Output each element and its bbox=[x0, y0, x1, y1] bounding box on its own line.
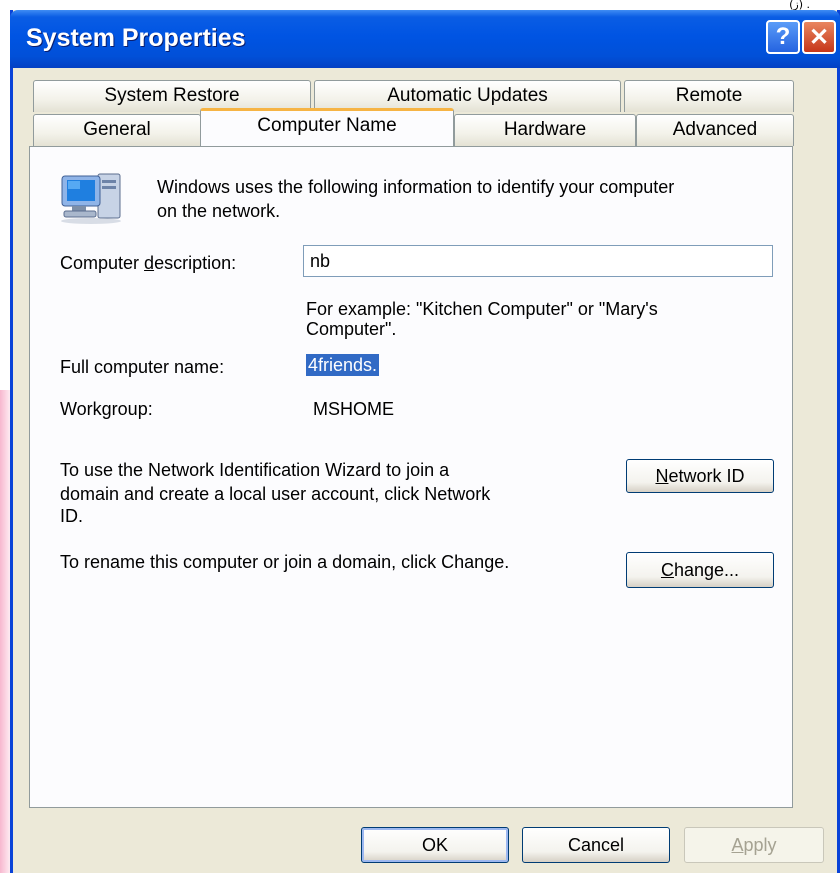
tab-computer-name[interactable]: Computer Name bbox=[200, 108, 454, 146]
apply-button[interactable]: Apply bbox=[684, 827, 824, 863]
close-icon: ✕ bbox=[808, 23, 830, 51]
tab-advanced[interactable]: Advanced bbox=[636, 114, 794, 146]
cropped-text: (ز) . bbox=[789, 0, 810, 11]
workgroup-label: Workgroup: bbox=[60, 399, 153, 419]
computer-network-icon bbox=[61, 173, 121, 224]
window-title: System Properties bbox=[26, 24, 246, 52]
network-id-button[interactable]: Network ID bbox=[626, 459, 774, 493]
help-button[interactable]: ? bbox=[766, 20, 800, 54]
workgroup-value: MSHOME bbox=[313, 399, 394, 419]
full-computer-name-label: Full computer name: bbox=[60, 357, 225, 377]
info-text-line1: Windows uses the following information t… bbox=[157, 177, 675, 197]
info-text-line2: on the network. bbox=[157, 201, 281, 221]
tab-remote[interactable]: Remote bbox=[624, 80, 794, 112]
title-bar[interactable]: System Properties ? ✕ bbox=[10, 10, 840, 68]
network-id-text-line1: To use the Network Identification Wizard… bbox=[60, 460, 450, 480]
tab-general[interactable]: General bbox=[33, 114, 201, 146]
example-text-line1: For example: "Kitchen Computer" or "Mary… bbox=[306, 299, 658, 319]
example-text-line2: Computer". bbox=[306, 319, 397, 339]
close-button[interactable]: ✕ bbox=[802, 20, 836, 54]
ok-button[interactable]: OK bbox=[361, 827, 509, 863]
network-id-text-line2: domain and create a local user account, … bbox=[60, 484, 491, 504]
help-icon: ? bbox=[775, 23, 791, 50]
tab-hardware[interactable]: Hardware bbox=[454, 114, 636, 146]
change-text: To rename this computer or join a domain… bbox=[60, 552, 510, 572]
cancel-button[interactable]: Cancel bbox=[522, 827, 670, 863]
computer-description-label: Computer description: bbox=[60, 253, 237, 273]
computer-description-input[interactable] bbox=[303, 245, 773, 277]
change-button[interactable]: Change... bbox=[626, 552, 774, 588]
full-computer-name-value[interactable]: 4friends. bbox=[306, 354, 380, 376]
network-id-text-line3: ID. bbox=[60, 506, 84, 526]
